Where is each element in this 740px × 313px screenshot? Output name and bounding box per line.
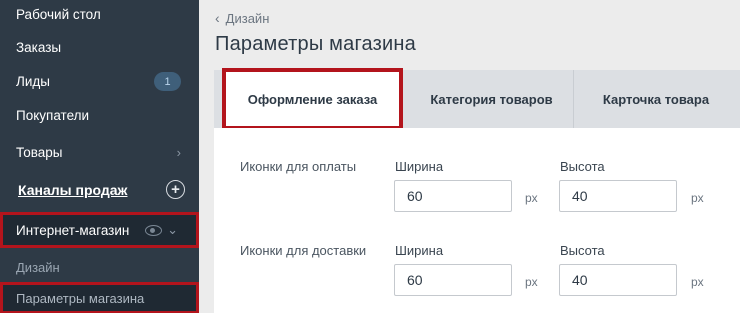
- width-label: Ширина: [395, 243, 444, 258]
- sidebar-item-label: Лиды: [16, 73, 50, 89]
- section-label: Каналы продаж: [18, 182, 128, 198]
- page-title: Параметры магазина: [215, 33, 416, 55]
- height-label: Высота: [560, 159, 605, 174]
- unit-label: px: [525, 191, 538, 205]
- sidebar-subitem-label: Параметры магазина: [16, 290, 145, 306]
- chevron-down-icon[interactable]: ⌄: [167, 222, 178, 238]
- payment-icon-height-input[interactable]: 40: [559, 180, 677, 212]
- breadcrumb[interactable]: ‹ Дизайн: [215, 10, 269, 26]
- sidebar-subitem-store-settings[interactable]: Параметры магазина: [0, 282, 199, 313]
- leads-count-badge: 1: [154, 72, 181, 91]
- sidebar-item-label: Заказы: [16, 39, 62, 55]
- eye-icon[interactable]: [145, 225, 162, 236]
- delivery-icons-label: Иконки для доставки: [240, 243, 367, 258]
- add-channel-icon[interactable]: +: [166, 180, 185, 199]
- sidebar-item-label: Товары: [16, 144, 63, 160]
- main-content: ‹ Дизайн Параметры магазина Оформление з…: [199, 0, 740, 313]
- sidebar-subitem-label: Дизайн: [16, 259, 60, 275]
- sidebar-item-leads[interactable]: Лиды 1: [0, 64, 199, 98]
- payment-icons-label: Иконки для оплаты: [240, 159, 357, 174]
- tab-label: Оформление заказа: [247, 91, 378, 107]
- unit-label: px: [525, 275, 538, 289]
- tab-product-card[interactable]: Карточка товара: [574, 70, 738, 128]
- delivery-icon-width-input[interactable]: 60: [394, 264, 512, 296]
- sidebar: Рабочий стол Заказы Лиды 1 Покупатели То…: [0, 0, 199, 313]
- sidebar-item-customers[interactable]: Покупатели: [0, 98, 199, 132]
- delivery-icon-height-input[interactable]: 40: [559, 264, 677, 296]
- breadcrumb-label: Дизайн: [225, 10, 270, 26]
- settings-panel: Иконки для оплаты Ширина 60 px Высота 40…: [214, 128, 740, 313]
- sidebar-item-online-store[interactable]: Интернет-магазин ⌄: [0, 212, 199, 248]
- unit-label: px: [691, 191, 704, 205]
- unit-label: px: [691, 275, 704, 289]
- chevron-left-icon: ‹: [215, 10, 220, 26]
- sidebar-item-label: Интернет-магазин: [16, 222, 130, 238]
- tab-bar: Оформление заказа Категория товаров Карт…: [214, 68, 740, 130]
- sidebar-section-sales-channels[interactable]: Каналы продаж +: [0, 173, 199, 207]
- sidebar-item-label: Покупатели: [16, 107, 90, 123]
- tab-label: Карточка товара: [602, 91, 710, 107]
- tab-label: Категория товаров: [430, 91, 553, 107]
- sidebar-item-orders[interactable]: Заказы: [0, 30, 199, 64]
- width-label: Ширина: [395, 159, 444, 174]
- sidebar-item-dashboard[interactable]: Рабочий стол: [0, 0, 199, 31]
- height-label: Высота: [560, 243, 605, 258]
- tab-checkout[interactable]: Оформление заказа: [222, 68, 403, 130]
- sidebar-subitem-design[interactable]: Дизайн: [0, 250, 199, 284]
- tab-category[interactable]: Категория товаров: [410, 70, 574, 128]
- sidebar-item-products[interactable]: Товары ›: [0, 135, 199, 169]
- chevron-right-icon: ›: [176, 144, 181, 160]
- payment-icon-width-input[interactable]: 60: [394, 180, 512, 212]
- sidebar-item-label: Рабочий стол: [16, 6, 101, 22]
